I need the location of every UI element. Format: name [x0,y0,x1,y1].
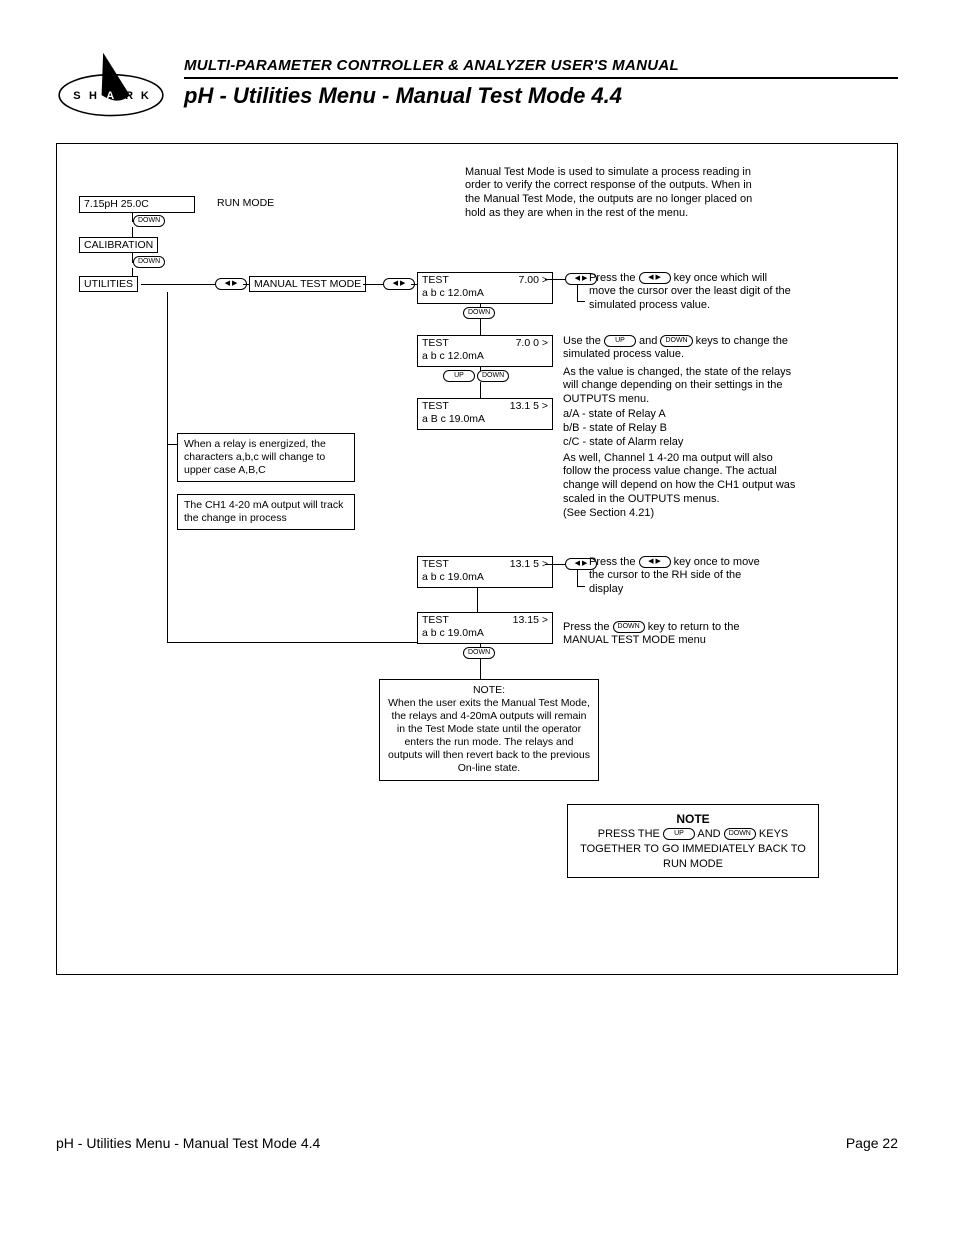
t: AND [695,828,724,840]
flow-diagram: Manual Test Mode is used to simulate a p… [56,143,898,975]
expl-3: As the value is changed, the state of th… [563,366,799,407]
leftright-key-icon: ◀ ▶ [639,272,671,284]
down-key-icon: DOWN [463,647,495,659]
leftright-key-icon: ◀ ▶ [639,556,671,568]
t: Press the [563,621,613,633]
l2: a b c 12.0mA [422,350,548,363]
svg-text:S: S [73,90,80,102]
svg-text:K: K [141,90,149,102]
t: KEYS [756,828,788,840]
v: 13.1 5 > [510,400,548,413]
footer-right: Page 22 [846,1135,898,1151]
expl-4: As well, Channel 1 4-20 ma output will a… [563,452,799,521]
test-screen-2: TEST 7.0 0 > a b c 12.0mA [417,335,553,367]
down-key-icon: DOWN [724,828,756,840]
test-screen-4: TEST 13.1 5 > a b c 19.0mA [417,556,553,588]
test-screen-3: TEST 13.1 5 > a B c 19.0mA [417,398,553,430]
svg-text:R: R [125,90,133,102]
note-heading: NOTE [578,811,808,827]
t: TEST [422,337,449,350]
ch1-note: The CH1 4-20 mA output will track the ch… [177,494,355,530]
big-note: NOTE PRESS THE UP AND DOWN KEYS TOGETHER… [567,804,819,879]
t: TEST [422,274,449,287]
up-key-icon: UP [604,335,636,347]
t: Press the [589,556,639,568]
down-key-icon: DOWN [477,370,509,382]
test-screen-5: TEST 13.15 > a b c 19.0mA [417,612,553,644]
svg-text:A: A [106,90,114,102]
t: Use the [563,335,604,347]
test-screen-1: TEST 7.00 > a b c 12.0mA [417,272,553,304]
page-header: S H A R K MULTI-PARAMETER CONTROLLER & A… [56,48,898,119]
screen-runmode-display: 7.15pH 25.0C [79,196,195,213]
down-key-icon: DOWN [133,256,165,268]
utilities-menu: UTILITIES [79,276,138,292]
ph-temp-readout: 7.15pH 25.0C [84,198,149,210]
expl-1: Press the ◀ ▶ key once which will move t… [589,272,791,313]
t: PRESS THE [598,828,663,840]
exit-note: NOTE: When the user exits the Manual Tes… [379,679,599,781]
t: Press the [589,272,639,284]
calibration-menu: CALIBRATION [79,237,158,253]
up-key-icon: UP [663,828,695,840]
page-footer: pH - Utilities Menu - Manual Test Mode 4… [56,1135,898,1151]
down-key-icon: DOWN [660,335,692,347]
t: TOGETHER TO GO IMMEDIATELY BACK TO [578,842,808,857]
relay-note: When a relay is energized, the character… [177,433,355,482]
t: TEST [422,558,449,571]
t: TEST [422,614,449,627]
shark-logo: S H A R K [56,48,166,119]
expl-3a: a/A - state of Relay A [563,408,799,422]
run-mode-label: RUN MODE [217,197,274,209]
l2: a b c 19.0mA [422,627,548,640]
t: RUN MODE [578,857,808,872]
down-key-icon: DOWN [133,215,165,227]
footer-left: pH - Utilities Menu - Manual Test Mode 4… [56,1135,320,1151]
expl-3c: c/C - state of Alarm relay [563,436,799,450]
v: 13.15 > [513,614,548,627]
exit-note-text: NOTE: When the user exits the Manual Tes… [386,684,592,776]
t: TEST [422,400,449,413]
v: 7.00 > [519,274,549,287]
intro-text: Manual Test Mode is used to simulate a p… [465,166,765,221]
v: 13.1 5 > [510,558,548,571]
up-key-icon: UP [443,370,475,382]
down-key-icon: DOWN [463,307,495,319]
section-title: pH - Utilities Menu - Manual Test Mode 4… [184,83,898,109]
expl-3b: b/B - state of Relay B [563,422,799,436]
l2: a b c 12.0mA [422,287,548,300]
l2: a B c 19.0mA [422,413,548,426]
l2: a b c 19.0mA [422,571,548,584]
svg-text:H: H [89,90,97,102]
t: and [636,335,660,347]
manual-test-mode-menu: MANUAL TEST MODE [249,276,366,292]
expl-2: Use the UP and DOWN keys to change the s… [563,335,793,363]
down-key-icon: DOWN [613,621,645,633]
manual-title: MULTI-PARAMETER CONTROLLER & ANALYZER US… [184,57,898,79]
expl-6: Press the DOWN key to return to the MANU… [563,621,773,649]
v: 7.0 0 > [516,337,548,350]
expl-5: Press the ◀ ▶ key once to move the curso… [589,556,769,597]
